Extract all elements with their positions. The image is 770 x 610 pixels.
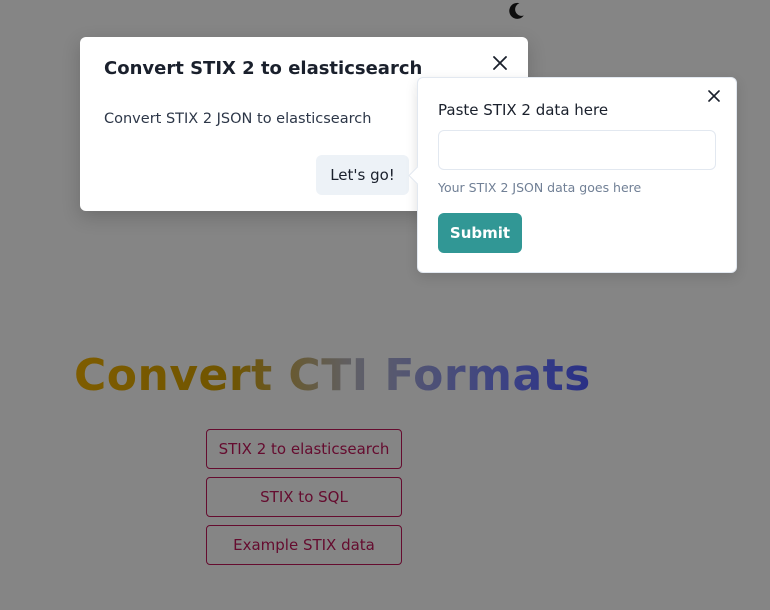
lets-go-button[interactable]: Let's go! xyxy=(316,155,409,195)
submit-button[interactable]: Submit xyxy=(438,213,522,253)
modal-body-text: Convert STIX 2 JSON to elasticsearch xyxy=(104,111,372,127)
stix-data-input[interactable] xyxy=(438,130,716,170)
stix-data-popover: Paste STIX 2 data here Your STIX 2 JSON … xyxy=(408,77,737,273)
close-icon xyxy=(493,56,507,70)
popover-close-button[interactable] xyxy=(704,86,724,106)
modal-title: Convert STIX 2 to elasticsearch xyxy=(104,58,423,79)
modal-close-button[interactable] xyxy=(488,51,512,75)
close-icon xyxy=(708,90,720,102)
stix-data-label: Paste STIX 2 data here xyxy=(438,101,609,119)
stix-data-helper-text: Your STIX 2 JSON data goes here xyxy=(438,180,642,195)
